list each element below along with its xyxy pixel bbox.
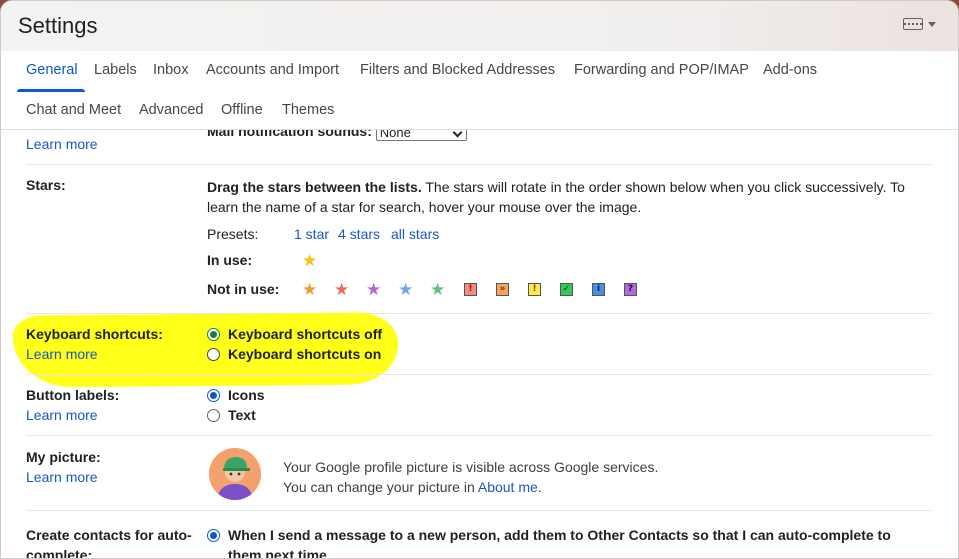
tab-themes[interactable]: Themes (282, 102, 334, 118)
button-labels-learn-more[interactable]: Learn more (26, 407, 98, 423)
about-me-link[interactable]: About me (478, 479, 538, 495)
contacts-label-line1: Create contacts for auto- (26, 527, 192, 543)
tab-offline[interactable]: Offline (221, 102, 263, 118)
keyboard-learn-more[interactable]: Learn more (26, 346, 98, 362)
tab-chat-meet[interactable]: Chat and Meet (26, 102, 121, 118)
radio-icons[interactable] (207, 389, 220, 402)
chevron-down-icon (928, 21, 936, 27)
page-title: Settings (18, 13, 98, 38)
my-picture-line1: Your Google profile picture is visible a… (283, 459, 659, 475)
my-picture-line2: You can change your picture in (283, 479, 475, 495)
radio-text[interactable] (207, 409, 220, 422)
text-option[interactable]: Text (207, 407, 256, 423)
tab-filters[interactable]: Filters and Blocked Addresses (360, 62, 555, 78)
contacts-option-line1: When I send a message to a new person, a… (228, 527, 891, 543)
keyboard-icon (903, 18, 923, 30)
button-labels-label: Button labels: (26, 387, 120, 403)
text-label: Text (228, 407, 256, 423)
keyboard-shortcuts-row: Keyboard shortcuts: Learn more Keyboard … (26, 313, 933, 375)
profile-picture-icon (209, 448, 261, 500)
contacts-label-line2: complete: (26, 547, 93, 558)
settings-tabs: General Labels Inbox Accounts and Import… (1, 51, 958, 130)
keyboard-shortcuts-label: Keyboard shortcuts: (26, 326, 163, 342)
radio-keyboard-on[interactable] (207, 348, 220, 361)
settings-content-lower: Keyboard shortcuts: Learn more Keyboard … (1, 130, 958, 558)
settings-panel: Settings General Labels Inbox Accounts a… (0, 0, 959, 559)
settings-header: Settings (1, 1, 958, 51)
input-tools-menu[interactable] (903, 18, 936, 30)
my-picture-learn-more[interactable]: Learn more (26, 469, 98, 485)
tab-forwarding[interactable]: Forwarding and POP/IMAP (574, 62, 749, 78)
keyboard-off-option[interactable]: Keyboard shortcuts off (207, 326, 382, 342)
keyboard-on-option[interactable]: Keyboard shortcuts on (207, 346, 381, 362)
tab-inbox[interactable]: Inbox (153, 62, 188, 78)
contacts-auto-option[interactable]: When I send a message to a new person, a… (207, 525, 891, 558)
tab-labels[interactable]: Labels (94, 62, 137, 78)
tab-advanced[interactable]: Advanced (139, 102, 204, 118)
radio-contacts-auto[interactable] (207, 529, 220, 542)
my-picture-label: My picture: (26, 449, 101, 465)
active-tab-indicator (17, 89, 85, 92)
keyboard-on-label: Keyboard shortcuts on (228, 346, 382, 362)
avatar[interactable] (209, 448, 261, 500)
tab-general[interactable]: General (26, 62, 78, 78)
icons-option[interactable]: Icons (207, 387, 265, 403)
tab-accounts[interactable]: Accounts and Import (206, 62, 339, 78)
keyboard-off-label: Keyboard shortcuts off (228, 326, 383, 342)
contacts-option-line2: them next time (228, 547, 327, 558)
radio-keyboard-off[interactable] (207, 328, 220, 341)
my-picture-row: My picture: Learn more Your Google profi… (26, 435, 933, 511)
icons-label: Icons (228, 387, 265, 403)
tab-addons[interactable]: Add-ons (763, 62, 817, 78)
my-picture-period: . (537, 479, 542, 495)
button-labels-row: Button labels: Learn more Icons Text (26, 374, 933, 436)
contacts-row: Create contacts for auto- complete: When… (26, 510, 933, 558)
